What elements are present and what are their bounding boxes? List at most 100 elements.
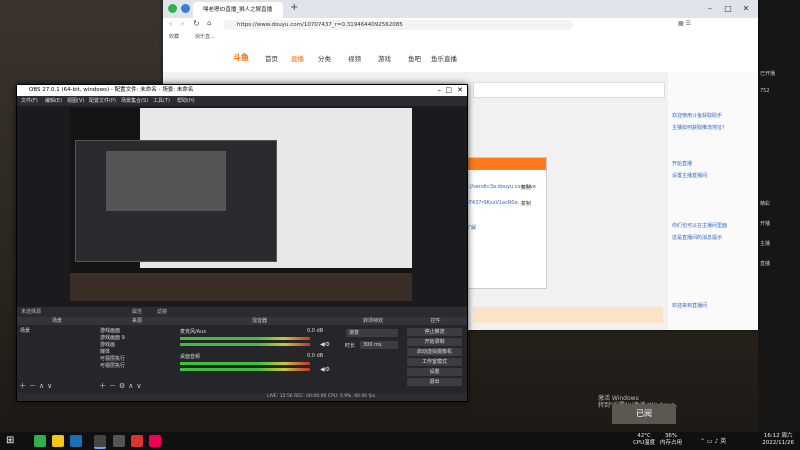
tray-icons[interactable]: ⌃ ▭ ♪ 英 [700, 436, 726, 445]
close-icon[interactable]: ✕ [457, 85, 463, 96]
controls-dock: 控件 停止推流 开始录制 启动虚拟摄像机 工作室模式 设置 退出 [404, 317, 467, 393]
steam-taskbar-icon[interactable] [70, 435, 82, 447]
forward-icon[interactable]: › [181, 19, 184, 28]
properties-button[interactable]: 属性 [132, 307, 142, 317]
obs-taskbar-icon[interactable] [94, 435, 106, 449]
memory-label: 内存占用 [660, 440, 683, 446]
source-item[interactable]: 媒体 [100, 348, 110, 355]
duration-input[interactable]: 300 ms [360, 341, 398, 349]
close-icon[interactable]: ✕ [739, 3, 753, 15]
room-toolbar [473, 82, 665, 98]
copy-button[interactable]: 复制 [521, 200, 531, 207]
source-item[interactable]: 游戏画面 [100, 327, 120, 334]
volume-slider[interactable] [180, 343, 310, 346]
preview-canvas[interactable] [70, 108, 412, 301]
bookmark-item[interactable]: 收藏 [169, 32, 179, 42]
transition-select[interactable]: 渐变 [346, 329, 398, 337]
menu-profile[interactable]: 配置文件(P) [89, 96, 116, 106]
folder-taskbar-icon[interactable] [52, 435, 64, 447]
source-toolbar[interactable]: ＋－⚙∧∨ [99, 381, 145, 391]
app-taskbar-icon[interactable] [113, 435, 125, 447]
new-tab-icon[interactable]: + [290, 2, 298, 13]
scene-toolbar[interactable]: ＋－∧∨ [19, 381, 55, 391]
bookmark-item[interactable]: 快乐直... [195, 32, 215, 42]
scene-item[interactable]: 场景 [20, 327, 30, 334]
url-input[interactable]: https://www.douyu.com/10707437_r=0.31946… [223, 20, 573, 30]
controls-dock-title: 控件 [404, 317, 467, 325]
nav-link[interactable]: 游戏 [378, 53, 391, 63]
menu-file[interactable]: 文件(F) [21, 96, 38, 106]
clock[interactable]: 16:12 周六 2022/11/26 [762, 433, 794, 447]
maximize-icon[interactable]: □ [445, 85, 452, 96]
menu-view[interactable]: 视图(V) [67, 96, 84, 106]
right-stream-panel: 已开播 752 精彩 开播 主播 直播 [758, 0, 800, 432]
chat-message: 开始直播 [672, 161, 693, 167]
speaker-icon[interactable]: ◀⚙ [320, 341, 330, 348]
menu-edit[interactable]: 编辑(E) [45, 96, 62, 106]
nav-link[interactable]: 分类 [318, 53, 331, 63]
reload-icon[interactable]: ↻ [193, 19, 200, 28]
cpu-temp: 42°C CPU温度 [633, 433, 655, 447]
source-toolbar: 未选择源 属性 滤镜 [17, 307, 467, 317]
minimize-icon[interactable]: – [438, 85, 442, 96]
maximize-icon[interactable]: □ [721, 3, 735, 15]
exit-button[interactable]: 退出 [407, 378, 462, 386]
memory-value: 36% [664, 433, 678, 439]
chat-message: 欢迎使用斗鱼获取助手 [672, 113, 723, 119]
clock-time: 16:12 周六 [763, 433, 793, 439]
browser-logo-icon [168, 4, 177, 13]
copy-button[interactable]: 复制 [521, 184, 531, 191]
obs-status-text: LIVE: 12:56 REC: 00:00:00 CPU: 0.9%, 60.… [267, 394, 376, 399]
extensions-icon[interactable]: ▦ ☰ [678, 20, 691, 27]
browser-tab[interactable]: 嘿老嗯ID直播_狮人之猴直播 [193, 2, 283, 18]
app-taskbar-icon[interactable] [149, 435, 161, 447]
back-icon[interactable]: ‹ [169, 19, 172, 28]
obs-titlebar: OBS 27.0.1 (64-bit, windows) - 配置文件: 未命名… [17, 85, 467, 96]
volume-slider[interactable] [180, 368, 310, 371]
no-source-label: 未选择源 [21, 309, 42, 315]
mixer-track-db: 0.0 dB [307, 328, 324, 334]
studio-mode-button[interactable]: 工作室模式 [407, 358, 462, 366]
stop-streaming-button[interactable]: 停止推流 [407, 328, 462, 336]
source-item[interactable]: 可视层执行 [100, 362, 125, 369]
browser-taskbar-icon[interactable] [34, 435, 46, 447]
obs-window: OBS 27.0.1 (64-bit, windows) - 配置文件: 未命名… [16, 84, 468, 402]
right-stream-text: 752 [760, 88, 770, 94]
preview-nested-canvas [106, 151, 226, 211]
minimize-icon[interactable]: – [703, 3, 717, 15]
settings-button[interactable]: 设置 [407, 368, 462, 376]
site-logo[interactable]: 斗鱼 [233, 52, 249, 63]
browser-home-icon[interactable] [181, 4, 190, 13]
cpu-temp-label: CPU温度 [633, 440, 656, 446]
start-icon[interactable]: ⊞ [6, 435, 18, 447]
right-stream-text: 主播 [760, 241, 771, 247]
nav-link[interactable]: 视频 [348, 53, 361, 63]
activate-title: 激活 Windows [598, 395, 639, 402]
start-recording-button[interactable]: 开始录制 [407, 338, 462, 346]
source-item[interactable]: 游戏画面 9 [100, 334, 125, 341]
nav-link[interactable]: 鱼乐直播 [431, 53, 457, 63]
memory-usage: 36% 内存占用 [660, 433, 682, 447]
tab-title: 嘿老嗯ID直播_狮人之猴直播 [203, 7, 273, 13]
filters-button[interactable]: 滤镜 [157, 307, 167, 317]
virtual-camera-button[interactable]: 启动虚拟摄像机 [407, 348, 462, 356]
nav-link[interactable]: 首页 [265, 53, 278, 63]
nav-link[interactable]: 直播 [291, 53, 304, 63]
obs-statusbar: LIVE: 12:56 REC: 00:00:00 CPU: 0.9%, 60.… [17, 393, 467, 401]
obs-title: OBS 27.0.1 (64-bit, windows) - 配置文件: 未命名… [29, 87, 194, 93]
read-button[interactable]: 已阅 [612, 404, 676, 424]
speaker-icon[interactable]: ◀⚙ [320, 366, 330, 373]
netease-taskbar-icon[interactable] [131, 435, 143, 447]
scenes-dock-title: 场景 [17, 317, 97, 325]
menu-tools[interactable]: 工具(T) [153, 96, 170, 106]
transitions-dock: 转场特效 渐变 时长 300 ms [342, 317, 405, 393]
menu-scene-collection[interactable]: 场景集合(S) [121, 96, 148, 106]
nav-link[interactable]: 鱼吧 [408, 53, 421, 63]
source-item[interactable]: 可视层执行 [100, 355, 125, 362]
right-stream-text: 直播 [760, 261, 771, 267]
source-item[interactable]: 游戏画 [100, 341, 115, 348]
home-icon[interactable]: ⌂ [207, 19, 211, 27]
mixer-dock-title: 混音器 [177, 317, 342, 325]
volume-meter [180, 362, 310, 365]
menu-help[interactable]: 帮助(H) [177, 96, 195, 106]
